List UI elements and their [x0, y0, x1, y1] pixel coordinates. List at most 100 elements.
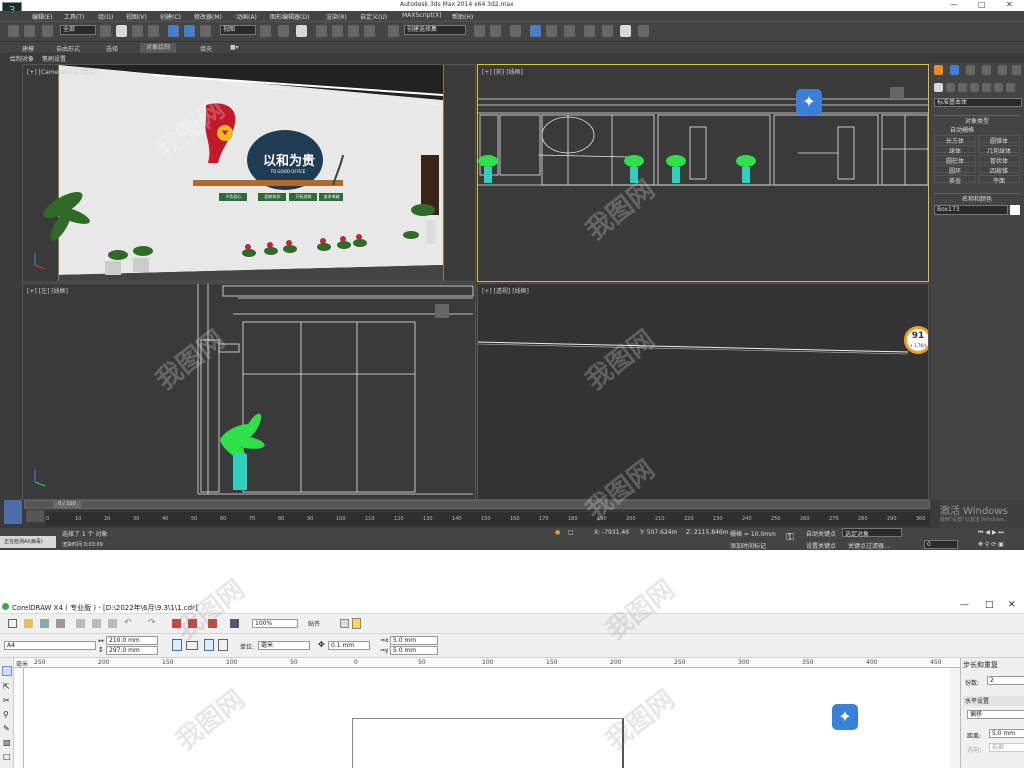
- viewport-perspective-label[interactable]: [+] [透视] [线框]: [482, 286, 529, 295]
- app-launcher-icon[interactable]: [208, 619, 217, 628]
- z-coordinate[interactable]: Z: 2115.846m: [686, 529, 729, 536]
- box-button[interactable]: 长方体: [934, 135, 976, 145]
- pivot-center-icon[interactable]: [260, 25, 271, 37]
- undo-icon-cd[interactable]: ↶: [124, 618, 132, 628]
- add-time-tag[interactable]: 添加时间标记: [730, 541, 766, 550]
- paper-size-dropdown[interactable]: A4: [4, 641, 96, 650]
- percent-snap-icon[interactable]: [348, 25, 359, 37]
- cylinder-button[interactable]: 圆柱体: [934, 155, 976, 165]
- create-tab-icon[interactable]: [934, 65, 943, 75]
- menu-modifiers[interactable]: 修改器(M): [194, 12, 222, 21]
- reference-coord-dropdown[interactable]: 视图: [220, 25, 256, 35]
- drawing-canvas[interactable]: ✦: [24, 668, 950, 768]
- cone-button[interactable]: 圆锥体: [978, 135, 1020, 145]
- time-slider-track[interactable]: 0 / 100: [24, 500, 930, 509]
- edit-named-selset-icon[interactable]: [388, 25, 399, 37]
- named-selection-dropdown[interactable]: 创建选择集: [404, 25, 466, 35]
- ribbon-options-icon[interactable]: ■▾: [230, 44, 239, 51]
- horizontal-ruler[interactable]: 毫米 250 200 150 100 50 0 50 100 150 200 250 300 350 40…: [14, 658, 960, 668]
- viewport-camera-label[interactable]: [+] [Camera001] [真实]: [27, 67, 97, 76]
- select-by-name-icon[interactable]: [116, 25, 127, 37]
- ribbon-tab-selection[interactable]: 选择: [106, 44, 118, 53]
- select-scale-icon[interactable]: [200, 25, 211, 37]
- sphere-button[interactable]: 球体: [934, 145, 976, 155]
- object-type-rollout[interactable]: 对象类型: [934, 115, 1020, 125]
- spinner-snap-icon[interactable]: [364, 25, 375, 37]
- render-setup-icon[interactable]: [602, 25, 613, 37]
- duplicate-distance-y[interactable]: 5.0 mm: [390, 646, 438, 655]
- menu-animation[interactable]: 动画(A): [236, 12, 257, 21]
- horizontal-settings-header[interactable]: 水平设置: [963, 696, 1024, 706]
- snap-to-dropdown[interactable]: 贴齐: [308, 619, 320, 628]
- modify-tab-icon[interactable]: [950, 65, 959, 75]
- helpers-icon[interactable]: [982, 83, 991, 92]
- paste-icon[interactable]: [108, 619, 117, 628]
- maxscript-listener[interactable]: 正在检测AI(病毒): [0, 536, 56, 548]
- x-coordinate[interactable]: X: -7931.46: [594, 529, 629, 536]
- lock-selection-icon[interactable]: ●: [555, 529, 560, 536]
- cameras-icon[interactable]: [970, 83, 979, 92]
- menu-maxscript[interactable]: MAXScript(X): [402, 12, 442, 19]
- ribbon-tab-populate[interactable]: 填充: [200, 44, 212, 53]
- geometry-icon[interactable]: [934, 83, 943, 92]
- viewport-perspective[interactable]: [+] [透视] [线框] 91 + 1.7K/s: [477, 283, 929, 500]
- select-object-icon[interactable]: [100, 25, 111, 37]
- viewport-left-label[interactable]: [+] [左] [线框]: [27, 286, 68, 295]
- window-crossing-icon[interactable]: [148, 25, 159, 37]
- direction-dropdown[interactable]: 右部: [989, 743, 1024, 752]
- absolute-mode-icon[interactable]: □: [568, 529, 574, 536]
- smart-fill-icon[interactable]: ▧: [3, 738, 11, 747]
- motion-tab-icon[interactable]: [982, 65, 991, 75]
- angle-snap-icon[interactable]: [332, 25, 343, 37]
- portrait-icon[interactable]: [172, 639, 182, 651]
- navigation-controls-icon[interactable]: ✥ ⚲ ⟳ ▣: [978, 541, 1004, 548]
- menu-rendering[interactable]: 渲染(R): [326, 12, 347, 21]
- tube-button[interactable]: 管状体: [978, 155, 1020, 165]
- freehand-tool-icon[interactable]: ✎: [3, 724, 10, 733]
- ribbon-tab-modeling[interactable]: 建模: [22, 44, 34, 53]
- zoom-tool-icon[interactable]: ⚲: [3, 710, 9, 719]
- graphite-ribbon-icon[interactable]: [530, 25, 541, 37]
- current-page-icon[interactable]: [218, 639, 228, 651]
- paint-objects-label[interactable]: 绘制对象: [10, 54, 34, 63]
- select-rotate-icon[interactable]: [184, 25, 195, 37]
- render-production-icon[interactable]: [638, 25, 649, 37]
- systems-icon[interactable]: [1006, 83, 1015, 92]
- copy-icon[interactable]: [92, 619, 101, 628]
- timeline-ruler[interactable]: 0 10 20 30 40 50 60 70 80 90 100 110 120 130 140 150 160…: [46, 512, 930, 526]
- menu-group[interactable]: 组(G): [98, 12, 113, 21]
- print-icon[interactable]: [56, 619, 65, 628]
- teapot-button[interactable]: 茶壶: [934, 175, 976, 185]
- key-filters-button[interactable]: 关键点过滤器...: [848, 541, 890, 550]
- menu-view[interactable]: 视图(V): [126, 12, 147, 21]
- viewport-layout-icon[interactable]: [4, 500, 22, 524]
- utilities-tab-icon[interactable]: [1012, 65, 1021, 75]
- primitive-type-dropdown[interactable]: 标准基本体: [934, 98, 1022, 107]
- cd-maximize-icon[interactable]: □: [985, 600, 994, 610]
- rect-region-icon[interactable]: [132, 25, 143, 37]
- ribbon-tab-freeform[interactable]: 自由形式: [56, 44, 80, 53]
- lights-icon[interactable]: [958, 83, 967, 92]
- layer-manager-icon[interactable]: [510, 25, 521, 37]
- close-icon[interactable]: ✕: [1006, 0, 1013, 9]
- torus-button[interactable]: 圆环: [934, 165, 976, 175]
- cut-icon[interactable]: [76, 619, 85, 628]
- autogrid-checkbox[interactable]: 自动栅格: [950, 125, 974, 134]
- shape-tool-icon[interactable]: ⇱: [3, 682, 10, 691]
- current-frame-field[interactable]: 0: [924, 540, 958, 549]
- manipulate-icon[interactable]: [278, 25, 289, 37]
- viewport-left[interactable]: [+] [左] [线框]: [22, 283, 476, 500]
- pyramid-button[interactable]: 四棱锥: [978, 165, 1020, 175]
- minimize-icon[interactable]: —: [950, 0, 958, 9]
- menu-help[interactable]: 帮助(H): [452, 12, 473, 21]
- geosphere-button[interactable]: 几何球体: [978, 145, 1020, 155]
- object-name-field[interactable]: Box173: [934, 205, 1008, 215]
- page-height-field[interactable]: 297.0 mm: [106, 646, 158, 655]
- rectangle-tool-icon[interactable]: □: [3, 752, 11, 761]
- name-color-rollout[interactable]: 名称和颜色: [934, 193, 1020, 203]
- zoom-level-dropdown[interactable]: 100%: [252, 619, 298, 628]
- redo-icon-cd[interactable]: ↷: [148, 618, 156, 628]
- align-icon[interactable]: [490, 25, 501, 37]
- duplicate-distance-x[interactable]: 5.0 mm: [390, 636, 438, 645]
- set-key-label[interactable]: 设置关键点: [806, 541, 836, 550]
